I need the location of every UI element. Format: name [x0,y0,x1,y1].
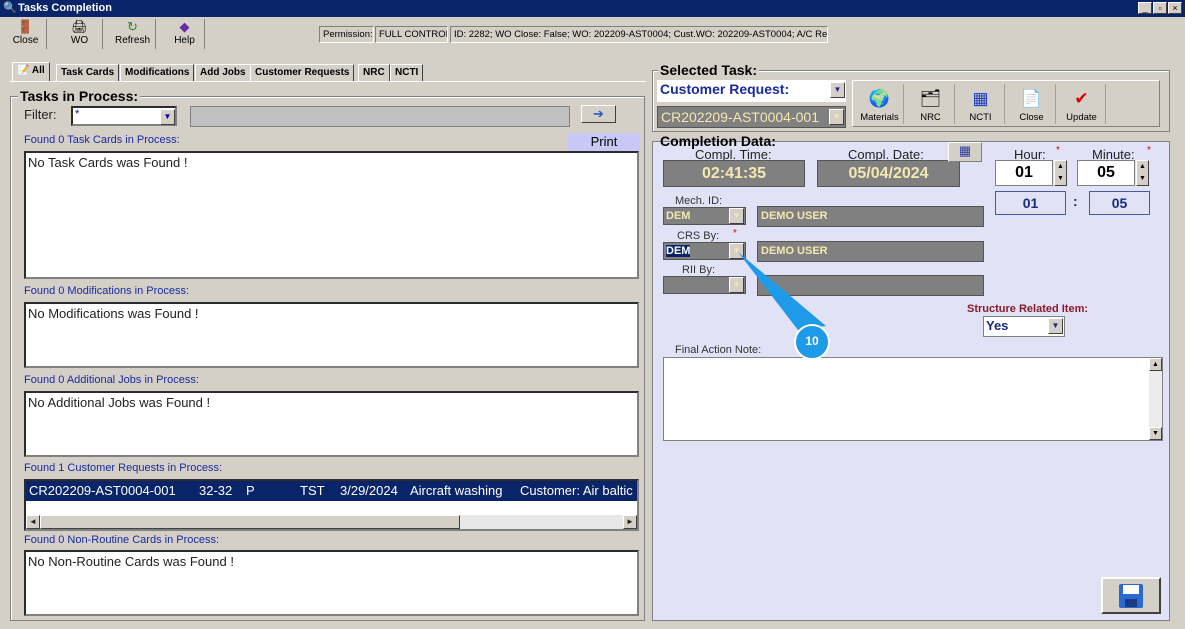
step-callout [738,252,830,360]
callout-pointer [738,252,826,330]
callout-number: 10 [805,334,819,348]
